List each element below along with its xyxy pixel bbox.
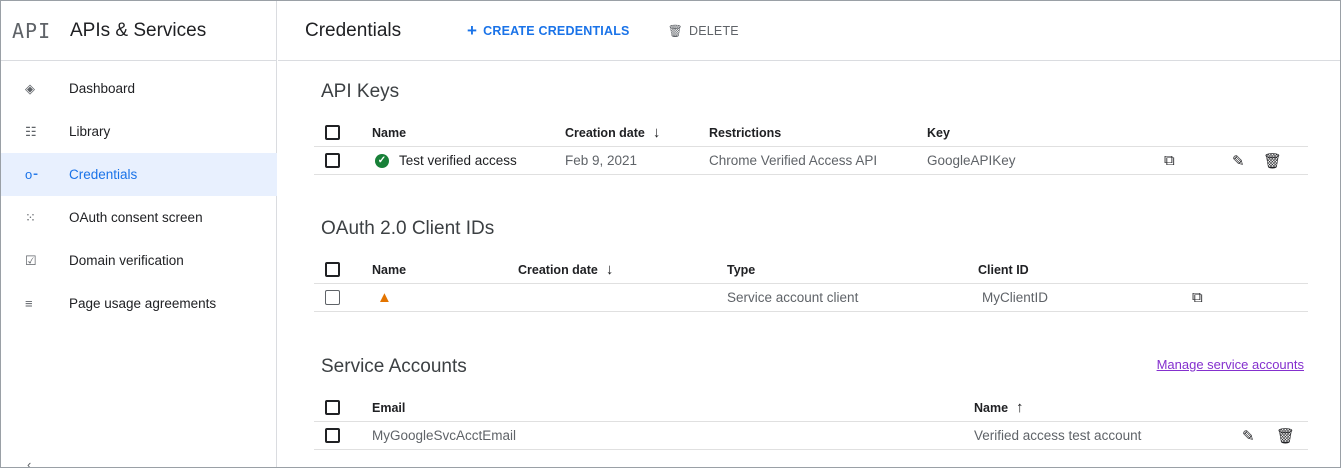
column-header-restrictions[interactable]: Restrictions: [709, 119, 781, 146]
dashboard-icon: ◈: [25, 80, 35, 96]
sort-down-icon: ↓: [605, 261, 614, 278]
email-cell[interactable]: MyGoogleSvcAcctEmail: [372, 422, 516, 449]
name-cell: ▲: [377, 284, 392, 311]
edit-icon: ✎: [1242, 427, 1255, 445]
copy-client-id-icon[interactable]: ⧉: [1192, 284, 1203, 311]
toolbar: Credentials + CREATE CREDENTIALS 🗑 DELET…: [278, 1, 1340, 61]
api-keys-table: Name Creation date ↓ Restrictions Key ✓ …: [314, 119, 1308, 175]
copy-key-icon[interactable]: ⧉: [1164, 147, 1175, 174]
api-logo: API: [12, 18, 52, 43]
key-name: Test verified access: [399, 153, 517, 168]
sidebar-item-label: Dashboard: [69, 81, 136, 96]
key-icon: o⁃: [25, 166, 39, 182]
table-row: ▲ Service account client MyClientID ⧉: [314, 284, 1308, 312]
select-all-checkbox[interactable]: [325, 119, 340, 146]
service-accounts-title: Service Accounts: [321, 356, 467, 377]
app-frame: API APIs & Services ◈ Dashboard ☷ Librar…: [0, 0, 1341, 468]
warning-icon: ▲: [377, 289, 392, 306]
sidebar-item-label: Library: [69, 124, 111, 139]
table-header-row: Name Creation date ↓ Type Client ID: [314, 256, 1308, 284]
delete-account-icon[interactable]: 🗑: [1276, 422, 1295, 449]
account-name-cell: Verified access test account: [974, 428, 1142, 443]
delete-button[interactable]: 🗑 DELETE: [668, 24, 739, 38]
column-header-label: Creation date: [565, 125, 645, 140]
select-all-checkbox[interactable]: [325, 256, 340, 283]
copy-icon: ⧉: [1192, 289, 1203, 306]
sidebar-item-oauth-consent[interactable]: ⁙ OAuth consent screen: [1, 196, 277, 239]
check-circle-icon: ✓: [375, 153, 389, 168]
column-header-name[interactable]: Name ↑: [974, 394, 1024, 421]
main-content: Credentials + CREATE CREDENTIALS 🗑 DELET…: [278, 1, 1340, 467]
sidebar-item-label: Domain verification: [69, 253, 184, 268]
sidebar-title: APIs & Services: [70, 19, 207, 41]
sort-down-icon: ↓: [652, 124, 661, 141]
copy-icon: ⧉: [1164, 152, 1175, 169]
oauth-table: Name Creation date ↓ Type Client ID ▲ Se…: [314, 256, 1308, 312]
column-header-email[interactable]: Email: [372, 394, 405, 421]
key-name-cell[interactable]: ✓ Test verified access: [375, 147, 517, 174]
delete-label: DELETE: [689, 23, 739, 38]
column-header-type[interactable]: Type: [727, 256, 755, 283]
table-row: MyGoogleSvcAcctEmail Verified access tes…: [314, 422, 1308, 450]
sidebar-nav: ◈ Dashboard ☷ Library o⁃ Credentials ⁙ O…: [1, 67, 277, 325]
create-credentials-label: CREATE CREDENTIALS: [483, 23, 630, 38]
edit-account-icon[interactable]: ✎: [1242, 422, 1255, 449]
client-id-cell: MyClientID: [982, 290, 1049, 305]
manage-service-accounts-link[interactable]: Manage service accounts: [1157, 357, 1304, 372]
trash-icon: 🗑: [1263, 152, 1283, 170]
column-header-key[interactable]: Key: [927, 119, 950, 146]
row-checkbox[interactable]: [325, 422, 340, 449]
column-header-name[interactable]: Name: [372, 119, 406, 146]
checkbox-icon: ☑: [25, 252, 37, 268]
edit-icon: ✎: [1232, 152, 1245, 170]
sidebar: API APIs & Services ◈ Dashboard ☷ Librar…: [1, 1, 277, 467]
library-icon: ☷: [25, 123, 37, 139]
trash-icon: 🗑: [667, 23, 684, 38]
restrictions-cell: Chrome Verified Access API: [709, 153, 878, 168]
page-title: Credentials: [305, 19, 402, 41]
plus-icon: +: [467, 20, 478, 40]
row-checkbox[interactable]: [325, 284, 340, 311]
table-row: ✓ Test verified access Feb 9, 2021 Chrom…: [314, 147, 1308, 175]
sidebar-item-page-usage[interactable]: ≡ Page usage agreements: [1, 282, 277, 325]
column-header-creation-date[interactable]: Creation date ↓: [518, 256, 613, 283]
sidebar-item-domain-verification[interactable]: ☑ Domain verification: [1, 239, 277, 282]
key-cell: GoogleAPIKey: [927, 153, 1016, 168]
sidebar-item-dashboard[interactable]: ◈ Dashboard: [1, 67, 277, 110]
row-checkbox[interactable]: [325, 147, 340, 174]
collapse-icon[interactable]: ‹: [27, 457, 31, 467]
column-header-label: Name: [974, 400, 1009, 415]
sidebar-item-label: Credentials: [69, 167, 138, 182]
sidebar-item-label: OAuth consent screen: [69, 210, 203, 225]
column-header-client-id[interactable]: Client ID: [978, 256, 1029, 283]
service-accounts-table: Email Name ↑ MyGoogleSvcAcctEmail Verifi…: [314, 394, 1308, 450]
sidebar-header: API APIs & Services: [1, 1, 276, 61]
sort-up-icon: ↑: [1016, 399, 1024, 416]
select-all-checkbox[interactable]: [325, 394, 340, 421]
sidebar-item-credentials[interactable]: o⁃ Credentials: [1, 153, 277, 196]
consent-icon: ⁙: [25, 209, 36, 225]
column-header-creation-date[interactable]: Creation date ↓: [565, 119, 660, 146]
edit-key-icon[interactable]: ✎: [1232, 147, 1245, 174]
column-header-label: Creation date: [518, 262, 598, 277]
create-credentials-button[interactable]: + CREATE CREDENTIALS: [467, 21, 630, 41]
sidebar-item-library[interactable]: ☷ Library: [1, 110, 277, 153]
api-keys-title: API Keys: [321, 81, 400, 102]
oauth-title: OAuth 2.0 Client IDs: [321, 218, 495, 239]
type-cell: Service account client: [727, 290, 859, 305]
sidebar-item-label: Page usage agreements: [69, 296, 217, 311]
table-header-row: Email Name ↑: [314, 394, 1308, 422]
column-header-name[interactable]: Name: [372, 256, 406, 283]
delete-key-icon[interactable]: 🗑: [1263, 147, 1282, 174]
settings-list-icon: ≡: [25, 296, 33, 311]
trash-icon: 🗑: [1276, 427, 1296, 445]
table-header-row: Name Creation date ↓ Restrictions Key: [314, 119, 1308, 147]
creation-date-cell: Feb 9, 2021: [565, 153, 638, 168]
